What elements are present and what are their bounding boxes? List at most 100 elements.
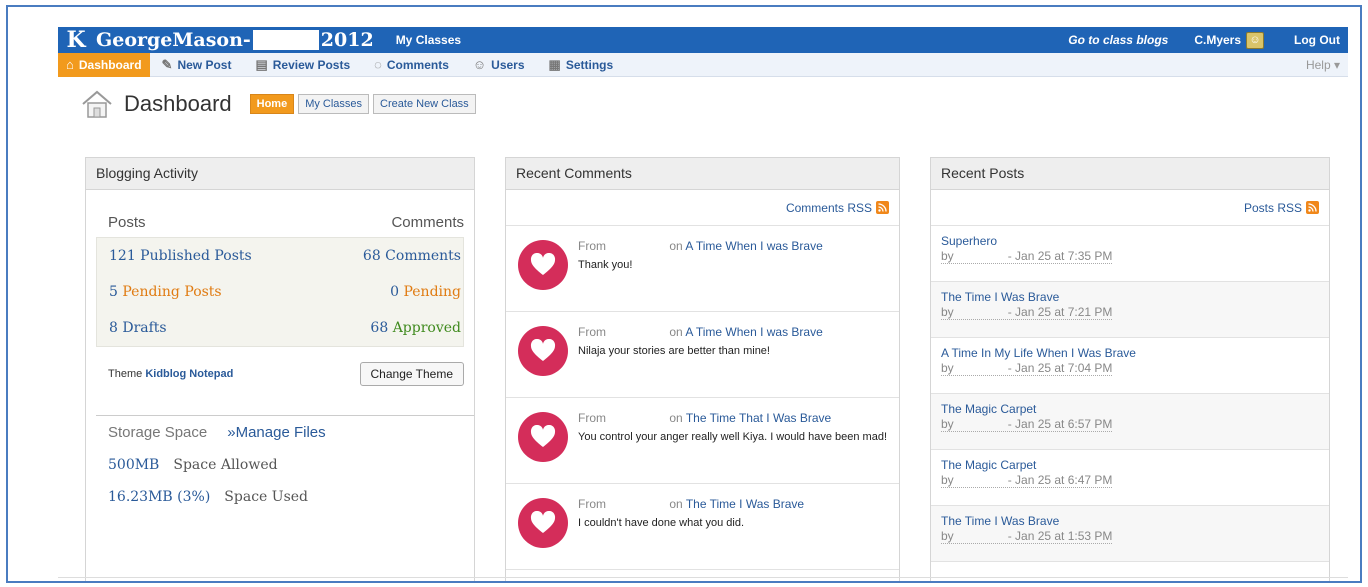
nav-label: Comments (386, 57, 449, 72)
approved-comments-link[interactable]: 68 Approved (370, 320, 461, 336)
users-icon: ☺ (472, 57, 487, 72)
comment-on: on (669, 411, 683, 425)
pin-icon: ✎ (161, 56, 173, 72)
post-title-link[interactable]: The Magic Carpet (941, 402, 1319, 416)
space-allowed-label: Space Allowed (173, 457, 278, 473)
post-by: by (941, 473, 954, 487)
activity-row: 5 Pending Posts 0 Pending (97, 274, 463, 310)
comment-on: on (669, 239, 683, 253)
my-classes-link[interactable]: My Classes (396, 33, 461, 47)
space-used-row: 16.23MB (3%) Space Used (86, 473, 474, 505)
help-menu[interactable]: Help ▾ (1306, 58, 1340, 72)
comment-body: From on The Time That I Was Brave You co… (578, 410, 887, 483)
nav-users[interactable]: ☺ Users (461, 53, 537, 77)
site-title-suffix: 2012 (320, 29, 374, 51)
nav-comments[interactable]: ◌ Comments (362, 53, 461, 77)
comment-post-link[interactable]: A Time When I was Brave (685, 239, 822, 253)
speech-bubble-icon: ◌ (374, 57, 382, 72)
page-title: Dashboard (124, 91, 232, 116)
comment-from: From (578, 411, 606, 425)
post-by: by (941, 361, 954, 375)
post-date: - Jan 25 at 7:21 PM (1007, 305, 1113, 319)
post-title-link[interactable]: The Time I Was Brave (941, 290, 1319, 304)
space-allowed-value: 500MB (108, 457, 160, 473)
panel-title: Blogging Activity (86, 158, 474, 190)
post-date: - Jan 25 at 7:04 PM (1007, 361, 1113, 375)
theme-prefix: Theme (108, 368, 143, 380)
home-icon: ⌂ (66, 57, 74, 72)
nav-new-post[interactable]: ✎ New Post (150, 53, 244, 77)
comment-body: From on A Time When I was Brave Thank yo… (578, 238, 823, 311)
post-meta: by - Jan 25 at 6:47 PM (941, 473, 1113, 488)
user-menu[interactable]: C.Myers ☺ (1194, 31, 1265, 49)
drafts-link[interactable]: 8 Drafts (109, 320, 167, 336)
published-posts-link[interactable]: 121 Published Posts (109, 248, 252, 264)
nav-label: Review Posts (272, 57, 351, 72)
dashboard-header: Dashboard Home My Classes Create New Cla… (80, 89, 480, 119)
post-title-link[interactable]: The Magic Carpet (941, 458, 1319, 472)
nav-label: New Post (177, 57, 232, 72)
comment-from: From (578, 239, 606, 253)
topbar-right: Go to class blogs C.Myers ☺ Log Out (1068, 27, 1348, 53)
recent-post-item: The Time I Was Brave by - Jan 25 at 1:53 … (931, 506, 1329, 562)
panel-title: Recent Comments (506, 158, 899, 190)
storage-label: Storage Space (108, 424, 208, 441)
home-button[interactable]: Home (249, 94, 295, 114)
kidblog-logo[interactable]: K (64, 27, 88, 53)
posts-rss-row: Posts RSS (931, 190, 1329, 226)
blogging-activity-panel: Blogging Activity Posts Comments 121 Pub… (85, 157, 475, 581)
post-title-link[interactable]: Superhero (941, 234, 1319, 248)
space-used-label: Space Used (224, 489, 309, 505)
comment-text: You control your anger really well Kiya.… (578, 431, 887, 443)
post-by: by (941, 529, 954, 543)
nav-review-posts[interactable]: ▤ Review Posts (243, 53, 362, 77)
comment-on: on (669, 325, 683, 339)
comment-text: Nilaja your stories are better than mine… (578, 345, 770, 357)
create-new-class-button[interactable]: Create New Class (373, 94, 476, 114)
post-date: - Jan 25 at 1:53 PM (1007, 529, 1113, 543)
storage-header: Storage Space »Manage Files (86, 416, 474, 441)
nav-dashboard[interactable]: ⌂ Dashboard (58, 52, 150, 77)
post-date: - Jan 25 at 6:57 PM (1007, 417, 1113, 431)
go-to-class-blogs-link[interactable]: Go to class blogs (1068, 33, 1168, 47)
manage-files-link[interactable]: »Manage Files (227, 424, 325, 441)
theme-name[interactable]: Kidblog Notepad (145, 368, 233, 380)
panel-title: Recent Posts (931, 158, 1329, 190)
heart-avatar-icon (518, 326, 568, 376)
recent-post-item: A Time In My Life When I Was Brave by - J… (931, 338, 1329, 394)
nav-settings[interactable]: ▦ Settings (537, 53, 626, 77)
nav-bar: ⌂ Dashboard ✎ New Post ▤ Review Posts ◌ … (58, 52, 1348, 77)
recent-comments-panel: Recent Comments Comments RSS From on A T… (505, 157, 900, 581)
posts-header: Posts (108, 214, 146, 231)
redaction-box (252, 30, 319, 50)
post-title-link[interactable]: The Time I Was Brave (941, 514, 1319, 528)
change-theme-button[interactable]: Change Theme (359, 362, 464, 386)
comment-post-link[interactable]: The Time That I Was Brave (686, 411, 831, 425)
site-title[interactable]: GeorgeMason- 2012 (96, 29, 374, 51)
pending-comments-link[interactable]: 0 Pending (390, 284, 461, 300)
rss-icon[interactable] (876, 201, 889, 214)
comments-rss-link[interactable]: Comments RSS (786, 201, 872, 215)
comment-on: on (669, 497, 683, 511)
comments-count-link[interactable]: 68 Comments (363, 248, 461, 264)
avatar: ☺ (1246, 31, 1265, 49)
pending-posts-link[interactable]: 5 Pending Posts (109, 284, 222, 300)
rss-icon[interactable] (1306, 201, 1319, 214)
post-date: - Jan 25 at 6:47 PM (1007, 473, 1113, 487)
comment-item: From on A Time When I was Brave Nilaja y… (506, 312, 899, 398)
logout-link[interactable]: Log Out (1294, 33, 1340, 47)
comment-text: Thank you! (578, 259, 633, 271)
comment-body: From on A Time When I was Brave Nilaja y… (578, 324, 823, 397)
post-meta: by - Jan 25 at 6:57 PM (941, 417, 1113, 432)
page: K GeorgeMason- 2012 My Classes Go to cla… (58, 27, 1348, 581)
comment-post-link[interactable]: A Time When I was Brave (685, 325, 822, 339)
document-icon: ▤ (255, 56, 268, 72)
site-title-prefix: GeorgeMason- (96, 29, 251, 51)
activity-stats: 121 Published Posts 68 Comments 5 Pendin… (96, 237, 464, 347)
posts-rss-link[interactable]: Posts RSS (1244, 201, 1302, 215)
comment-meta: From on The Time I Was Brave (578, 496, 804, 512)
post-title-link[interactable]: A Time In My Life When I Was Brave (941, 346, 1319, 360)
comment-post-link[interactable]: The Time I Was Brave (686, 497, 804, 511)
my-classes-button[interactable]: My Classes (298, 94, 370, 114)
comment-item: From on The Time I Was Brave I couldn't … (506, 484, 899, 570)
